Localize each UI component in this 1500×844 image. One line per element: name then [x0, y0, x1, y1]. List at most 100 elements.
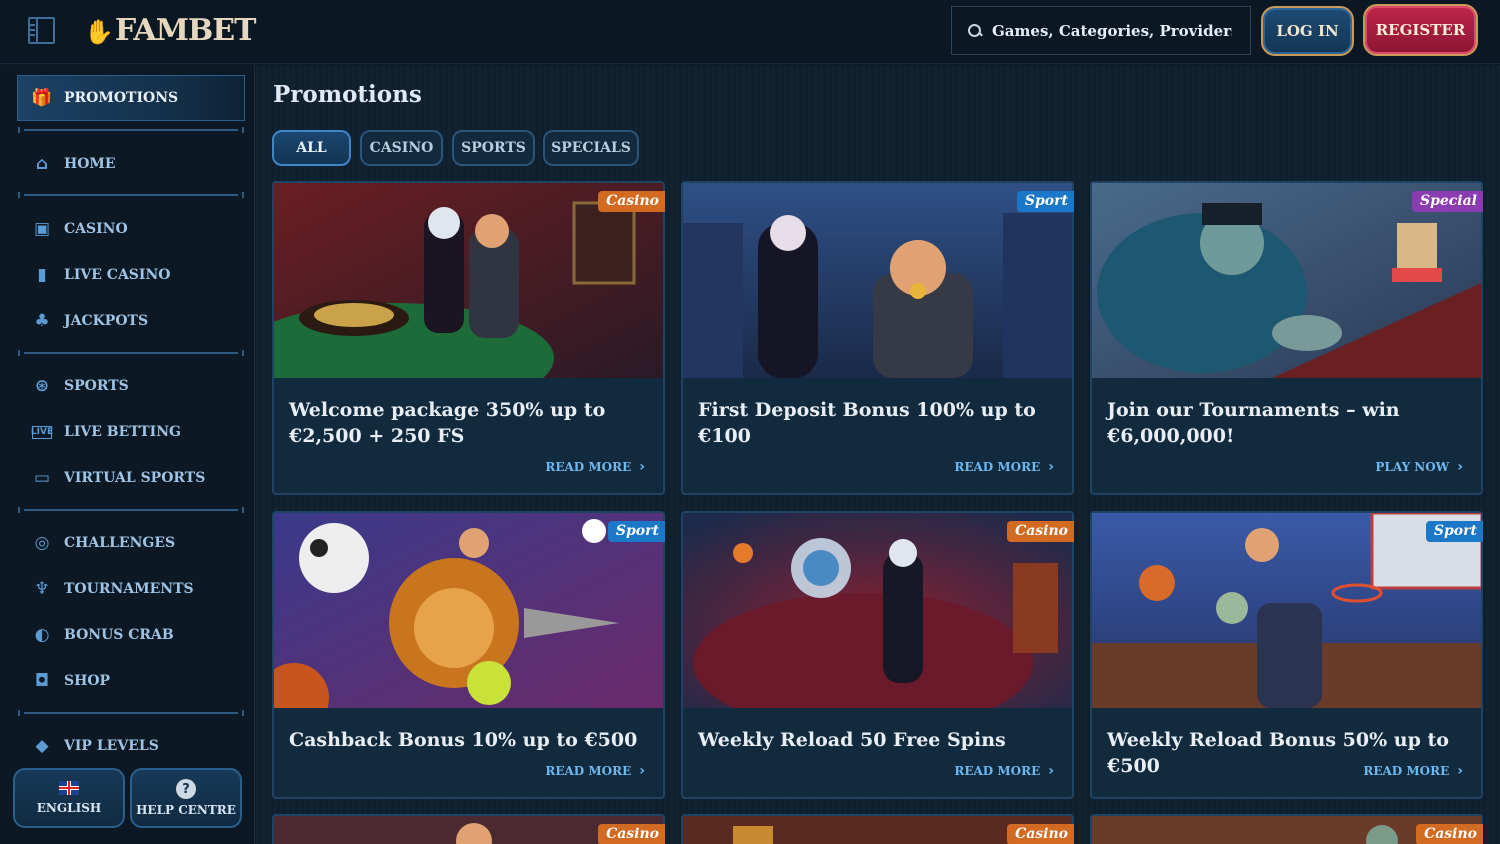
- sidebar-item-live-casino[interactable]: ▮ LIVE CASINO: [18, 255, 244, 295]
- promo-image-sport-lion: [274, 513, 663, 708]
- category-badge: Sport: [1425, 521, 1483, 542]
- clover-icon: ♣: [34, 311, 50, 331]
- monitor-icon: ▭: [33, 468, 51, 488]
- promo-title: First Deposit Bonus 100% up to €100: [698, 399, 1036, 447]
- language-label: ENGLISH: [36, 801, 102, 815]
- category-badge: Casino: [1007, 521, 1074, 542]
- live-card-icon: ▮: [37, 265, 47, 285]
- tab-casino[interactable]: CASINO: [360, 130, 443, 166]
- promo-image-casino-roulette: [274, 183, 663, 378]
- promo-card[interactable]: Casino: [681, 814, 1074, 844]
- promo-image-special-arm-wrestle: [1092, 183, 1481, 378]
- sidebar-item-label: JACKPOTS: [64, 313, 149, 329]
- sidebar-item-casino[interactable]: ▣ CASINO: [18, 209, 244, 249]
- diamond-icon: ◆: [35, 736, 49, 756]
- promo-card[interactable]: Special Join our Tournaments – win €6,00…: [1090, 181, 1483, 495]
- sidebar-item-tournaments[interactable]: ♆ TOURNAMENTS: [18, 569, 244, 609]
- divider: [18, 350, 244, 356]
- sidebar-item-label: CHALLENGES: [64, 535, 176, 551]
- top-bar: ✋FAMBET LOG IN REGISTER: [0, 0, 1500, 64]
- tab-specials[interactable]: SPECIALS: [543, 130, 639, 166]
- sidebar-item-label: LIVE BETTING: [64, 424, 181, 440]
- sidebar-item-promotions[interactable]: 🎁 PROMOTIONS: [18, 76, 244, 120]
- category-badge: Casino: [1007, 824, 1074, 844]
- promo-title: Cashback Bonus 10% up to €500: [289, 729, 638, 751]
- cta-label: READ MORE: [954, 764, 1041, 778]
- sidebar-item-label: SPORTS: [64, 378, 129, 394]
- promo-card[interactable]: Sport Cashback Bonus 10% up to €500 READ…: [272, 511, 665, 799]
- live-badge-icon: LIVE: [30, 425, 54, 439]
- trophy-icon: ♆: [34, 579, 50, 599]
- promo-image-sport-basketball: [1092, 513, 1481, 708]
- cta-label: READ MORE: [1363, 764, 1450, 778]
- category-badge: Casino: [598, 824, 665, 844]
- play-now-link[interactable]: PLAY NOW ›: [1375, 459, 1463, 475]
- category-badge: Sport: [1016, 191, 1074, 212]
- sidebar-item-shop[interactable]: ◘ SHOP: [18, 661, 244, 701]
- sidebar-item-virtual-sports[interactable]: ▭ VIRTUAL SPORTS: [18, 458, 244, 498]
- chevron-right-icon: ›: [639, 459, 645, 475]
- target-icon: ◎: [34, 533, 50, 553]
- sidebar-item-label: PROMOTIONS: [64, 90, 179, 106]
- sidebar-item-vip-levels[interactable]: ◆ VIP LEVELS: [18, 726, 244, 766]
- chevron-right-icon: ›: [639, 763, 645, 779]
- claw-icon: ◐: [34, 625, 50, 645]
- promo-title: Welcome package 350% up to €2,500 + 250 …: [289, 399, 606, 447]
- divider: [18, 507, 244, 513]
- register-button[interactable]: REGISTER: [1363, 4, 1478, 56]
- cta-label: READ MORE: [545, 764, 632, 778]
- search-box[interactable]: [951, 6, 1251, 55]
- read-more-link[interactable]: READ MORE ›: [545, 459, 645, 475]
- promo-title: Weekly Reload 50 Free Spins: [698, 729, 1006, 751]
- sidebar-toggle-icon[interactable]: [28, 17, 55, 44]
- promo-title: Join our Tournaments – win €6,000,000!: [1107, 399, 1400, 447]
- sidebar-item-home[interactable]: ⌂ HOME: [18, 144, 244, 184]
- promo-card[interactable]: Casino: [272, 814, 665, 844]
- sidebar-item-label: TOURNAMENTS: [64, 581, 194, 597]
- cta-label: PLAY NOW: [1375, 460, 1450, 474]
- uk-flag-icon: [59, 781, 79, 795]
- search-icon: [968, 23, 982, 38]
- home-icon: ⌂: [35, 154, 49, 174]
- sidebar-item-label: HOME: [64, 156, 116, 172]
- language-button[interactable]: ENGLISH: [13, 768, 125, 828]
- sidebar-item-challenges[interactable]: ◎ CHALLENGES: [18, 523, 244, 563]
- sidebar-item-label: VIRTUAL SPORTS: [64, 470, 206, 486]
- tab-sports[interactable]: SPORTS: [452, 130, 535, 166]
- promo-image-sport-gold-medal: [683, 183, 1072, 378]
- divider: [18, 127, 244, 133]
- cta-label: READ MORE: [954, 460, 1041, 474]
- chevron-right-icon: ›: [1048, 763, 1054, 779]
- bag-icon: ◘: [34, 671, 50, 691]
- read-more-link[interactable]: READ MORE ›: [954, 763, 1054, 779]
- help-centre-button[interactable]: ? HELP CENTRE: [130, 768, 242, 828]
- promo-card[interactable]: Casino: [1090, 814, 1483, 844]
- category-badge: Casino: [598, 191, 665, 212]
- sidebar-item-label: SHOP: [64, 673, 111, 689]
- gift-icon: 🎁: [31, 88, 53, 108]
- sidebar-item-live-betting[interactable]: LIVE LIVE BETTING: [18, 412, 244, 452]
- read-more-link[interactable]: READ MORE ›: [1363, 763, 1463, 779]
- sidebar-item-jackpots[interactable]: ♣ JACKPOTS: [18, 301, 244, 341]
- promo-card[interactable]: Sport Weekly Reload Bonus 50% up to €500…: [1090, 511, 1483, 799]
- sidebar: 🎁 PROMOTIONS ⌂ HOME ▣ CASINO ▮ LIVE CASI…: [0, 65, 255, 844]
- divider: [18, 710, 244, 716]
- sidebar-item-label: VIP LEVELS: [64, 738, 159, 754]
- ball-icon: ⊛: [34, 376, 50, 396]
- promo-card[interactable]: Casino Weekly Reload 50 Free Spins READ …: [681, 511, 1074, 799]
- sidebar-item-bonus-crab[interactable]: ◐ BONUS CRAB: [18, 615, 244, 655]
- tab-all[interactable]: ALL: [272, 130, 351, 166]
- promo-card[interactable]: Casino Welcome package 350% up to €2,500…: [272, 181, 665, 495]
- sidebar-item-sports[interactable]: ⊛ SPORTS: [18, 366, 244, 406]
- chevron-right-icon: ›: [1457, 763, 1463, 779]
- chevron-right-icon: ›: [1048, 459, 1054, 475]
- chevron-right-icon: ›: [1457, 459, 1463, 475]
- sidebar-item-label: BONUS CRAB: [64, 627, 174, 643]
- read-more-link[interactable]: READ MORE ›: [954, 459, 1054, 475]
- read-more-link[interactable]: READ MORE ›: [545, 763, 645, 779]
- login-button[interactable]: LOG IN: [1261, 6, 1354, 56]
- promo-image-casino-free-spins: [683, 513, 1072, 708]
- promo-card[interactable]: Sport First Deposit Bonus 100% up to €10…: [681, 181, 1074, 495]
- fambet-logo[interactable]: ✋FAMBET: [84, 10, 256, 52]
- search-input[interactable]: [992, 21, 1232, 40]
